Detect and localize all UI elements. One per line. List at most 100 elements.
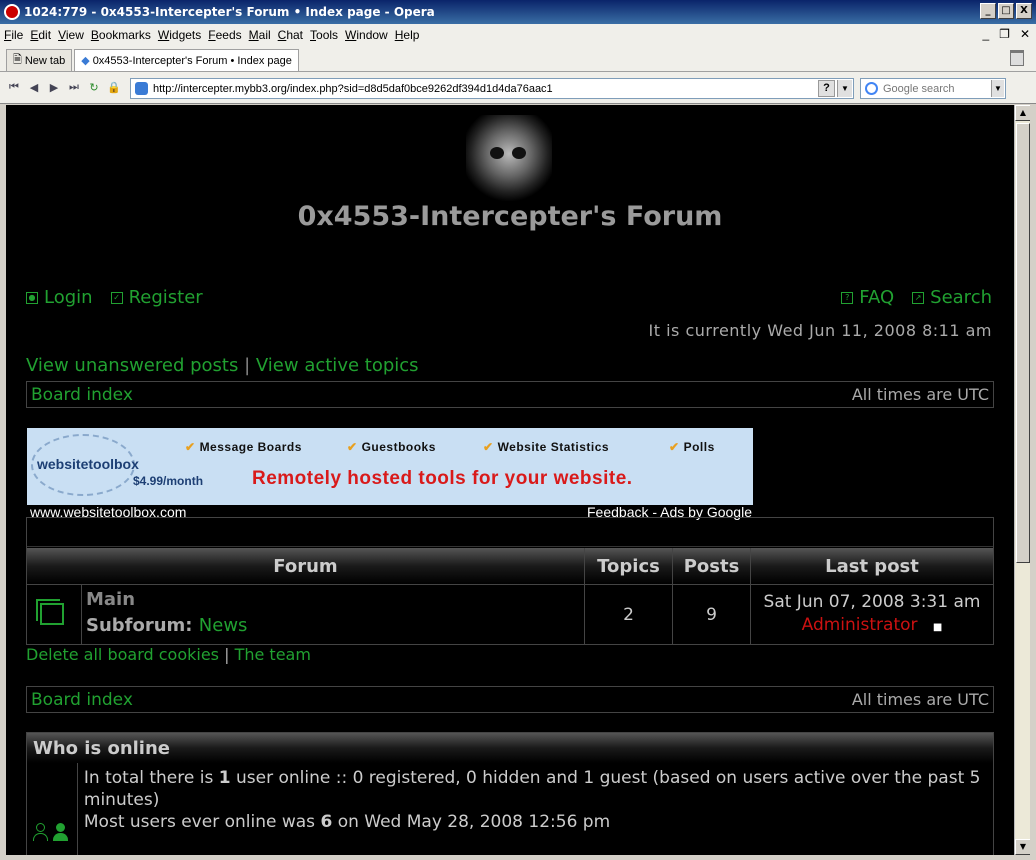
search-dropdown-icon[interactable]: ▼ — [991, 80, 1004, 97]
site-icon — [135, 82, 148, 95]
register-link[interactable]: ✓ Register — [110, 287, 203, 308]
faq-link[interactable]: ? FAQ — [841, 287, 894, 308]
page-viewport: 0x4553-Intercepter's Forum ● Login ✓ Reg… — [6, 105, 1014, 855]
user-outline-icon — [33, 823, 48, 841]
scroll-up-icon[interactable]: ▲ — [1015, 105, 1031, 121]
url-text: http://intercepter.mybb3.org/index.php?s… — [153, 82, 553, 95]
address-toolbar: ⏮ ◀ ▶ ⏭ ↻ 🔒 http://intercepter.mybb3.org… — [0, 72, 1036, 104]
tab-forum[interactable]: ◆ 0x4553-Intercepter's Forum • Index pag… — [74, 49, 299, 71]
search-field[interactable]: Google search ▼ — [860, 78, 1006, 99]
delete-cookies-link[interactable]: Delete all board cookies — [26, 645, 219, 664]
header-forum: Forum — [27, 548, 585, 584]
logo-eye — [490, 147, 504, 159]
header-topics: Topics — [585, 548, 673, 584]
quick-links: View unanswered posts | View active topi… — [26, 355, 419, 376]
forum-table: Forum Topics Posts Last post Main Subfor… — [26, 517, 994, 645]
back-icon[interactable]: ◀ — [26, 80, 42, 96]
minimize-button[interactable]: _ — [980, 3, 996, 19]
ad-brand: websitetoolbox — [37, 456, 139, 472]
page-minimize-icon[interactable]: _ — [982, 27, 989, 41]
menu-file[interactable]: File — [4, 28, 23, 42]
view-active-link[interactable]: View active topics — [256, 355, 419, 376]
ad-price: $4.99/month — [133, 474, 204, 488]
view-latest-post-icon[interactable]: ■ — [933, 622, 942, 633]
ad-feature-label: Guestbooks — [361, 440, 436, 454]
tab-label: New tab — [24, 54, 66, 67]
posts-count: 9 — [673, 585, 751, 644]
board-index-link[interactable]: Board index — [31, 385, 133, 405]
link-separator: | — [244, 355, 251, 376]
online-stats: In total there is 1 user online :: 0 reg… — [78, 763, 993, 855]
trash-icon[interactable] — [1010, 50, 1024, 66]
last-post-cell: Sat Jun 07, 2008 3:31 am Administrator ■ — [751, 585, 993, 644]
menu-window[interactable]: Window — [345, 28, 388, 42]
menu-chat[interactable]: Chat — [278, 28, 303, 42]
lock-icon[interactable]: 🔒 — [106, 80, 122, 96]
close-button[interactable]: X — [1016, 3, 1032, 19]
menu-view[interactable]: View — [58, 28, 84, 42]
online-icon-cell — [27, 763, 78, 855]
menu-widgets[interactable]: Widgets — [158, 28, 201, 42]
maximize-button[interactable]: □ — [998, 3, 1014, 19]
breadcrumb: Board index All times are UTC — [26, 381, 994, 408]
last-post-author-link[interactable]: Administrator — [802, 615, 918, 635]
header-posts: Posts — [673, 548, 751, 584]
the-team-link[interactable]: The team — [235, 645, 311, 664]
menu-tools[interactable]: Tools — [310, 28, 338, 42]
table-row: Main Subforum: News 2 9 Sat Jun 07, 2008… — [27, 584, 993, 644]
folder-icon — [36, 599, 64, 625]
menu-mail[interactable]: Mail — [249, 28, 271, 42]
new-tab-icon: 🗎 — [13, 54, 22, 66]
window-titlebar: 1024:779 - 0x4553-Intercepter's Forum • … — [0, 0, 1036, 24]
page-close-icon[interactable]: ✕ — [1020, 27, 1030, 41]
who-online-title: Who is online — [27, 733, 993, 763]
site-info-button[interactable]: ? — [818, 80, 835, 97]
forum-name-link[interactable]: Main — [86, 587, 580, 613]
page-restore-icon[interactable]: ❐ — [999, 27, 1010, 41]
page-icon: ◆ — [81, 55, 90, 67]
address-dropdown-icon[interactable]: ▼ — [837, 80, 852, 97]
breadcrumb-bottom: Board index All times are UTC — [26, 686, 994, 713]
scroll-down-icon[interactable]: ▼ — [1015, 839, 1031, 855]
user-icon — [53, 823, 68, 841]
ad-feature: ✔ Website Statistics — [483, 440, 609, 454]
forum-info-cell: Main Subforum: News — [82, 585, 585, 644]
record-text: Most users ever online was — [83, 812, 321, 832]
check-icon: ✔ — [483, 440, 494, 454]
check-icon: ✔ — [185, 440, 196, 454]
tab-new[interactable]: 🗎 New tab — [6, 49, 73, 71]
menu-feeds[interactable]: Feeds — [208, 28, 241, 42]
menu-help[interactable]: Help — [395, 28, 420, 42]
fast-forward-icon[interactable]: ⏭ — [66, 80, 82, 96]
menu-bookmarks[interactable]: Bookmarks — [91, 28, 151, 42]
menu-edit[interactable]: Edit — [30, 28, 51, 42]
search-link[interactable]: ↗ Search — [912, 287, 992, 308]
record-text: on Wed May 28, 2008 12:56 pm — [332, 812, 611, 832]
vertical-scrollbar[interactable]: ▲ ▼ — [1014, 105, 1031, 855]
search-icon: ↗ — [912, 291, 925, 304]
timezone-note: All times are UTC — [851, 385, 989, 404]
skull-logo[interactable] — [466, 115, 552, 201]
window-border — [1030, 105, 1036, 860]
table-spacer — [27, 518, 993, 547]
who-is-online: Who is online In total there is 1 user o… — [26, 732, 994, 855]
ad-banner[interactable]: websitetoolbox $4.99/month ✔ Message Boar… — [27, 428, 753, 505]
who-online-body: In total there is 1 user online :: 0 reg… — [27, 763, 993, 855]
ad-feature-label: Polls — [683, 440, 715, 454]
forward-icon[interactable]: ▶ — [46, 80, 62, 96]
rewind-icon[interactable]: ⏮ — [6, 80, 22, 96]
subforum-news-link[interactable]: News — [199, 615, 248, 636]
view-unanswered-link[interactable]: View unanswered posts — [26, 355, 238, 376]
login-label: Login — [44, 287, 93, 308]
ad-feature: ✔ Guestbooks — [347, 440, 436, 454]
reload-icon[interactable]: ↻ — [86, 80, 102, 96]
login-link[interactable]: ● Login — [26, 287, 93, 308]
address-field[interactable]: http://intercepter.mybb3.org/index.php?s… — [130, 78, 854, 99]
tab-label: 0x4553-Intercepter's Forum • Index page — [92, 54, 292, 67]
board-index-link[interactable]: Board index — [31, 690, 133, 710]
scroll-thumb[interactable] — [1016, 123, 1030, 563]
faq-label: FAQ — [859, 287, 895, 308]
forum-icon-cell — [27, 585, 82, 644]
faq-icon: ? — [841, 291, 854, 304]
check-icon: ✔ — [347, 440, 358, 454]
